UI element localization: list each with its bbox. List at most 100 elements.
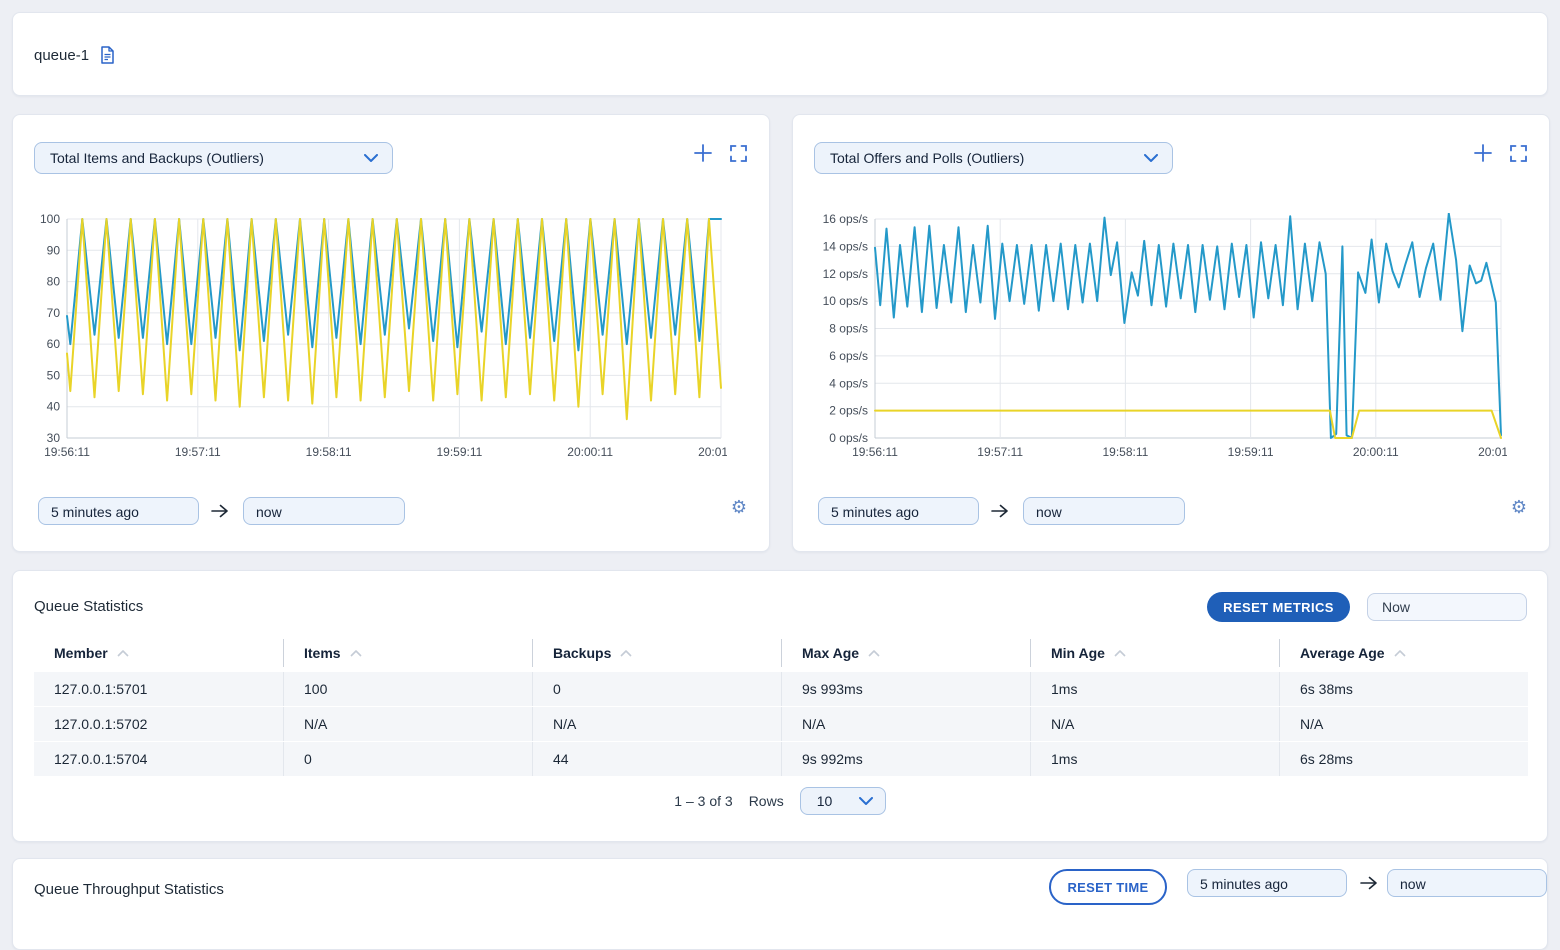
metric-selector-value: Total Items and Backups (Outliers) bbox=[35, 150, 364, 166]
column-header-average-age[interactable]: Average Age bbox=[1279, 639, 1528, 667]
add-chart-icon[interactable] bbox=[1474, 144, 1492, 162]
cell-backups: N/A bbox=[532, 707, 781, 741]
gear-icon[interactable]: ⚙ bbox=[1511, 498, 1527, 516]
chevron-down-icon bbox=[1144, 154, 1158, 162]
column-header-backups[interactable]: Backups bbox=[532, 639, 781, 667]
svg-text:4 ops/s: 4 ops/s bbox=[829, 376, 868, 390]
svg-text:19:59:11: 19:59:11 bbox=[436, 445, 482, 459]
cell-average-age: 6s 38ms bbox=[1279, 672, 1528, 706]
svg-text:8 ops/s: 8 ops/s bbox=[829, 322, 868, 336]
cell-max-age: 9s 992ms bbox=[781, 742, 1030, 776]
svg-text:20:00:11: 20:00:11 bbox=[1353, 445, 1399, 459]
svg-text:50: 50 bbox=[47, 368, 61, 382]
cell-average-age: N/A bbox=[1279, 707, 1528, 741]
svg-text:60: 60 bbox=[47, 337, 61, 351]
svg-text:10 ops/s: 10 ops/s bbox=[823, 294, 868, 308]
metric-selector[interactable]: Total Offers and Polls (Outliers) bbox=[814, 142, 1173, 174]
svg-text:30: 30 bbox=[47, 431, 61, 445]
queue-name: queue-1 bbox=[34, 47, 89, 64]
cell-items: 0 bbox=[283, 742, 532, 776]
svg-text:12 ops/s: 12 ops/s bbox=[823, 267, 868, 281]
queue-header-card: queue-1 bbox=[12, 12, 1548, 96]
time-from-input[interactable]: 5 minutes ago bbox=[818, 497, 979, 525]
sort-asc-icon bbox=[1394, 650, 1406, 657]
svg-text:20:00:11: 20:00:11 bbox=[567, 445, 613, 459]
cell-member: 127.0.0.1:5702 bbox=[34, 707, 283, 741]
svg-text:19:56:11: 19:56:11 bbox=[44, 445, 90, 459]
cell-max-age: 9s 993ms bbox=[781, 672, 1030, 706]
cell-min-age: 1ms bbox=[1030, 742, 1279, 776]
sort-asc-icon bbox=[117, 650, 129, 657]
column-header-max-age[interactable]: Max Age bbox=[781, 639, 1030, 667]
svg-text:14 ops/s: 14 ops/s bbox=[823, 239, 868, 253]
queue-throughput-card: Queue Throughput Statistics RESET TIME 5… bbox=[12, 858, 1548, 950]
svg-text:70: 70 bbox=[47, 306, 61, 320]
arrow-right-icon bbox=[211, 504, 231, 518]
cell-member: 127.0.0.1:5701 bbox=[34, 672, 283, 706]
metric-selector-value: Total Offers and Polls (Outliers) bbox=[815, 150, 1144, 166]
cell-backups: 0 bbox=[532, 672, 781, 706]
items-backups-chart[interactable]: 1009080706050403019:56:1119:57:1119:58:1… bbox=[15, 213, 727, 463]
svg-text:2 ops/s: 2 ops/s bbox=[829, 404, 868, 418]
time-from-input[interactable]: 5 minutes ago bbox=[1187, 869, 1347, 897]
fullscreen-icon[interactable] bbox=[730, 145, 747, 162]
arrow-right-icon bbox=[991, 504, 1011, 518]
sort-asc-icon bbox=[1114, 650, 1126, 657]
section-title: Queue Statistics bbox=[34, 598, 143, 615]
reset-metrics-button[interactable]: RESET METRICS bbox=[1207, 592, 1350, 622]
rows-per-page-select[interactable]: 10 bbox=[800, 787, 886, 815]
reset-time-button[interactable]: RESET TIME bbox=[1049, 869, 1167, 905]
rows-per-page-value: 10 bbox=[801, 793, 859, 809]
column-header-min-age[interactable]: Min Age bbox=[1030, 639, 1279, 667]
time-range: 5 minutes ago now bbox=[38, 497, 405, 525]
cell-items: N/A bbox=[283, 707, 532, 741]
svg-text:19:59:11: 19:59:11 bbox=[1228, 445, 1274, 459]
cell-max-age: N/A bbox=[781, 707, 1030, 741]
queue-statistics-table: Member Items Backups Max Age Min Age Ave… bbox=[34, 639, 1528, 777]
pagination-range: 1 – 3 of 3 bbox=[674, 793, 732, 809]
table-row: 127.0.0.1:5702 N/A N/A N/A N/A N/A bbox=[34, 707, 1528, 741]
sort-asc-icon bbox=[868, 650, 880, 657]
cell-member: 127.0.0.1:5704 bbox=[34, 742, 283, 776]
svg-text:90: 90 bbox=[47, 243, 61, 257]
column-header-member[interactable]: Member bbox=[34, 639, 283, 667]
document-icon[interactable] bbox=[99, 46, 116, 64]
time-to-input[interactable]: now bbox=[243, 497, 405, 525]
page-title: queue-1 bbox=[34, 46, 116, 64]
svg-text:80: 80 bbox=[47, 275, 61, 289]
column-header-items[interactable]: Items bbox=[283, 639, 532, 667]
svg-text:20:01:11: 20:01:11 bbox=[698, 445, 727, 459]
svg-text:19:58:11: 19:58:11 bbox=[1102, 445, 1148, 459]
svg-text:16 ops/s: 16 ops/s bbox=[823, 213, 868, 226]
offers-polls-chart-card: Total Offers and Polls (Outliers) 16 ops… bbox=[792, 114, 1550, 552]
svg-text:19:57:11: 19:57:11 bbox=[977, 445, 1023, 459]
sort-asc-icon bbox=[620, 650, 632, 657]
svg-text:6 ops/s: 6 ops/s bbox=[829, 349, 868, 363]
time-to-input[interactable]: now bbox=[1387, 869, 1547, 897]
offers-polls-chart[interactable]: 16 ops/s 14 ops/s 12 ops/s 10 ops/s 8 ops/s 6… bbox=[795, 213, 1507, 463]
cell-min-age: N/A bbox=[1030, 707, 1279, 741]
gear-icon[interactable]: ⚙ bbox=[731, 498, 747, 516]
metric-selector[interactable]: Total Items and Backups (Outliers) bbox=[34, 142, 393, 174]
svg-text:20:01:11: 20:01:11 bbox=[1478, 445, 1507, 459]
svg-text:19:56:11: 19:56:11 bbox=[852, 445, 898, 459]
svg-text:0 ops/s: 0 ops/s bbox=[829, 431, 868, 445]
svg-text:19:57:11: 19:57:11 bbox=[175, 445, 221, 459]
section-title: Queue Throughput Statistics bbox=[34, 881, 224, 898]
metrics-time-input[interactable]: Now bbox=[1367, 593, 1527, 621]
table-row: 127.0.0.1:5701 100 0 9s 993ms 1ms 6s 38m… bbox=[34, 672, 1528, 706]
time-to-input[interactable]: now bbox=[1023, 497, 1185, 525]
cell-average-age: 6s 28ms bbox=[1279, 742, 1528, 776]
svg-text:100: 100 bbox=[40, 213, 60, 226]
fullscreen-icon[interactable] bbox=[1510, 145, 1527, 162]
svg-text:40: 40 bbox=[47, 400, 61, 414]
rows-label: Rows bbox=[749, 793, 784, 809]
sort-asc-icon bbox=[350, 650, 362, 657]
chevron-down-icon bbox=[859, 797, 873, 805]
cell-min-age: 1ms bbox=[1030, 672, 1279, 706]
time-from-input[interactable]: 5 minutes ago bbox=[38, 497, 199, 525]
table-row: 127.0.0.1:5704 0 44 9s 992ms 1ms 6s 28ms bbox=[34, 742, 1528, 776]
add-chart-icon[interactable] bbox=[694, 144, 712, 162]
table-header-row: Member Items Backups Max Age Min Age Ave… bbox=[34, 639, 1528, 667]
time-range: 5 minutes ago now bbox=[818, 497, 1185, 525]
